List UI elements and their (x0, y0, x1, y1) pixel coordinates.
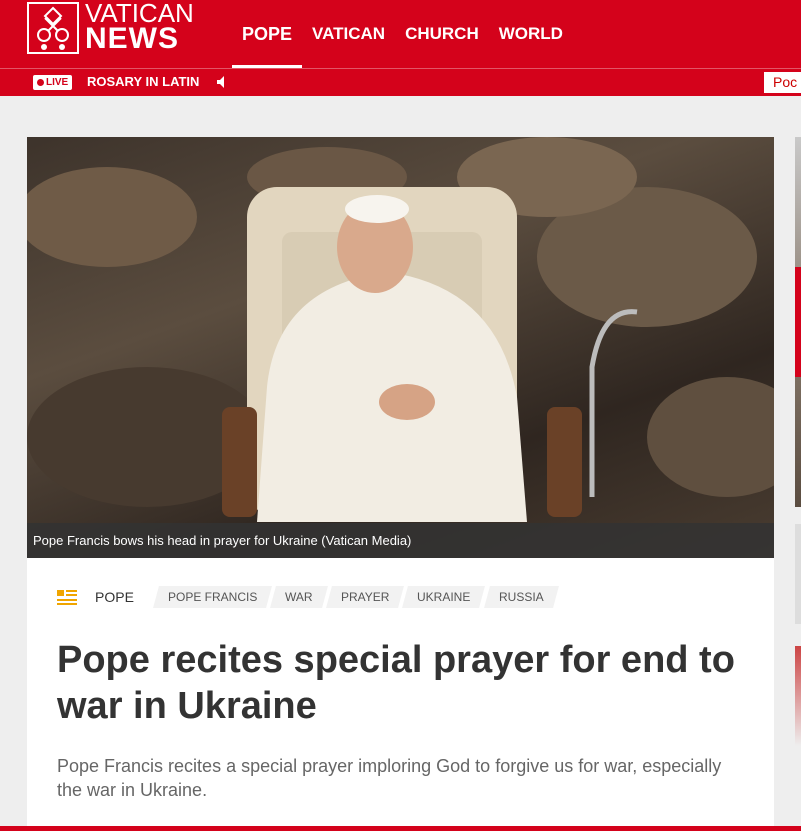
bottom-red-bar (0, 826, 801, 831)
nav-item-pope[interactable]: POPE (232, 0, 303, 68)
tag-label: UKRAINE (417, 590, 471, 604)
tag-primary-pope[interactable]: POPE (95, 589, 134, 605)
tag-pope-francis[interactable]: POPE FRANCIS (152, 586, 273, 608)
side-card-peek-3[interactable] (795, 646, 801, 746)
main-nav: POPE VATICAN CHURCH WORLD (232, 0, 573, 68)
podcast-tab[interactable]: Poc (764, 72, 801, 93)
tag-label: RUSSIA (498, 590, 544, 604)
side-card-peek-2[interactable] (795, 524, 801, 624)
logo-text-line2: NEWS (85, 22, 179, 55)
article-headline: Pope recites special prayer for end to w… (57, 639, 735, 727)
vatican-news-logo[interactable]: VATICAN NEWS (27, 0, 207, 55)
side-card-accent (795, 267, 801, 377)
live-program-title[interactable]: ROSARY IN LATIN (87, 74, 199, 89)
article-list-icon (57, 590, 77, 605)
speaker-icon[interactable] (216, 75, 230, 89)
live-badge[interactable]: LIVE (33, 75, 73, 90)
hero-image: Pope Francis bows his head in prayer for… (27, 137, 774, 558)
tag-row: POPE POPE FRANCIS WAR PRAYER UKRAINE RUS… (57, 586, 559, 608)
site-header: VATICAN NEWS POPE VATICAN CHURCH WORLD (0, 0, 801, 69)
tag-war[interactable]: WAR (270, 586, 328, 608)
tag-ukraine[interactable]: UKRAINE (402, 586, 486, 608)
tag-label: PRAYER (340, 590, 390, 604)
live-bar: LIVE ROSARY IN LATIN Poc (0, 69, 801, 96)
nav-item-world[interactable]: WORLD (489, 0, 573, 68)
hero-photo-illustration (27, 137, 774, 522)
tag-label: POPE FRANCIS (167, 590, 258, 604)
nav-item-church[interactable]: CHURCH (395, 0, 489, 68)
article-subtitle: Pope Francis recites a special prayer im… (57, 756, 722, 800)
vatican-keys-logo-icon (27, 2, 79, 54)
live-badge-label: LIVE (46, 77, 69, 88)
tag-russia[interactable]: RUSSIA (483, 586, 559, 608)
live-dot-icon (37, 79, 44, 86)
image-caption: Pope Francis bows his head in prayer for… (27, 523, 774, 558)
article-card: Pope Francis bows his head in prayer for… (27, 137, 774, 831)
tag-prayer[interactable]: PRAYER (325, 586, 405, 608)
nav-item-vatican[interactable]: VATICAN (302, 0, 395, 68)
tag-label: WAR (285, 590, 313, 604)
